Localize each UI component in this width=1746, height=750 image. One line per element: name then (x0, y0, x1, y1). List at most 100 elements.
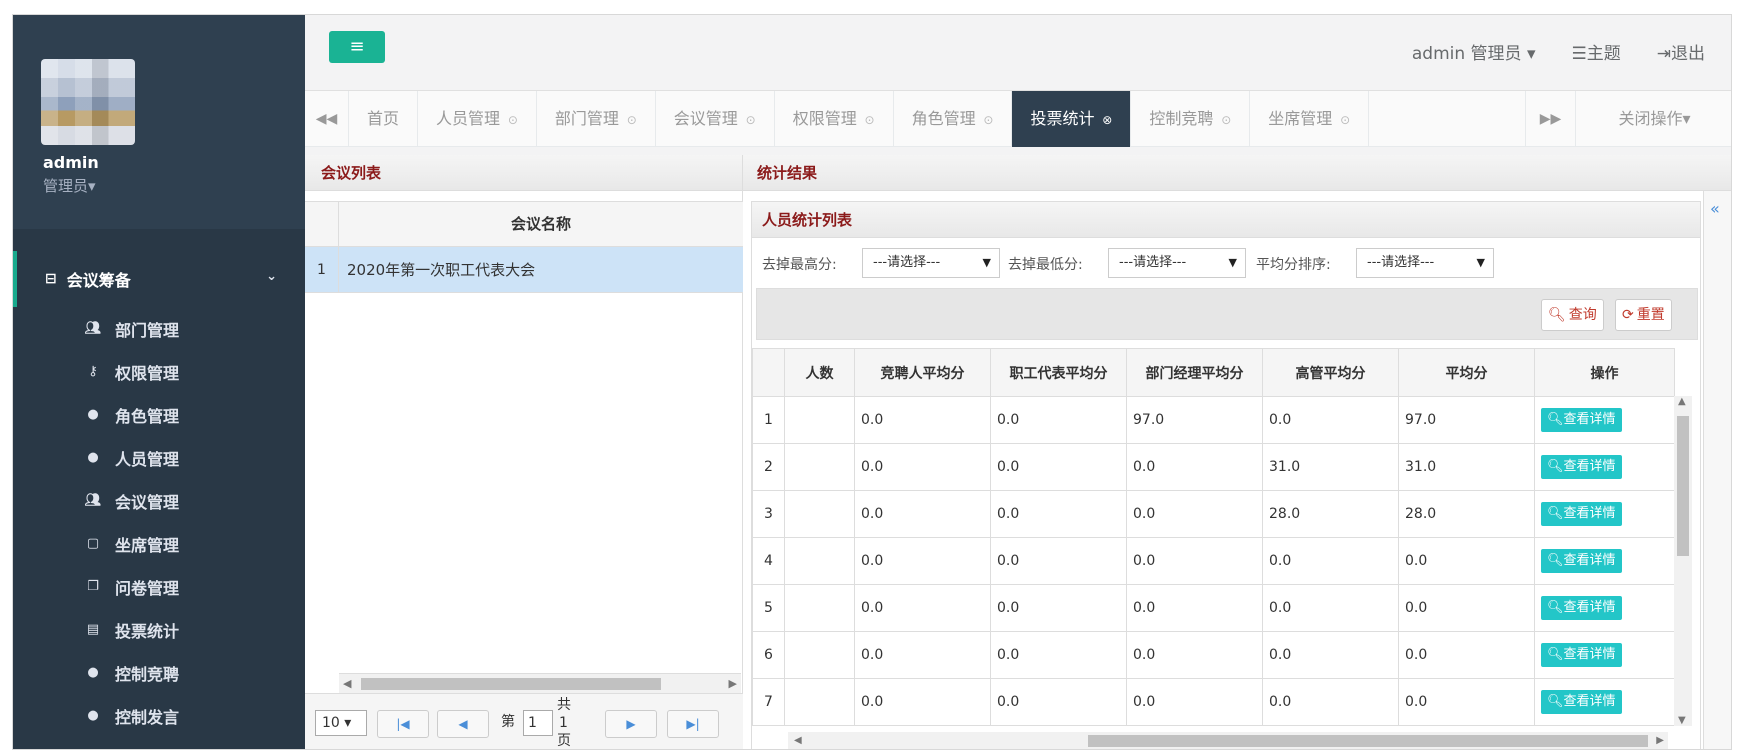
user-name: admin (43, 153, 99, 172)
remove-lowest-select[interactable]: ---请选择--- ▼ (1108, 248, 1246, 278)
tab[interactable]: 投票统计 ⊗ (1012, 91, 1132, 147)
close-icon[interactable]: ⊙ (980, 113, 993, 127)
next-page-button[interactable]: ▶ (605, 710, 657, 738)
last-page-button[interactable]: ▶| (667, 710, 719, 738)
average-cell: 97.0 (1398, 396, 1535, 444)
dept-manager-avg-cell: 0.0 (1126, 584, 1263, 632)
column-header[interactable]: 竞聘人平均分 (854, 348, 991, 397)
page-size-select[interactable]: 10 ▾ (315, 710, 367, 736)
search-icon: 🔍︎ (1548, 307, 1566, 323)
executive-avg-cell: 28.0 (1262, 490, 1399, 538)
sidebar-item[interactable]: ● 控制竞聘 (13, 651, 305, 694)
view-detail-button[interactable]: 🔍︎查看详情 (1541, 408, 1622, 432)
tab[interactable]: 坐席管理 ⊙ (1250, 91, 1370, 147)
vertical-scrollbar[interactable]: ▲ ▼ (1674, 396, 1692, 726)
close-icon[interactable]: ⊙ (1336, 113, 1350, 127)
table-row[interactable]: 5 0.0 0.0 0.0 0.0 0.0 🔍︎查看详情 (752, 584, 1675, 632)
sidebar-group-meeting-prep[interactable]: ⊟ 会议筹备 ⌄ (13, 251, 305, 307)
page-total-suffix: 页 (557, 733, 571, 749)
staff-rep-avg-cell: 0.0 (990, 678, 1127, 726)
sidebar-item[interactable]: ▤ 投票统计 (13, 608, 305, 651)
scrollbar-thumb[interactable] (361, 678, 661, 690)
avatar[interactable] (41, 59, 135, 145)
tab[interactable]: 部门管理 ⊙ (537, 91, 656, 147)
view-detail-button[interactable]: 🔍︎查看详情 (1541, 596, 1622, 620)
sidebar-item[interactable]: ● 人员管理 (13, 436, 305, 479)
column-header[interactable]: 人数 (784, 348, 855, 397)
tab-label: 控制竞聘 (1149, 109, 1214, 128)
table-row[interactable]: 7 0.0 0.0 0.0 0.0 0.0 🔍︎查看详情 (752, 678, 1675, 726)
search-icon: 🔍︎ (1547, 506, 1564, 521)
tab-label: 角色管理 (911, 109, 976, 128)
view-detail-button[interactable]: 🔍︎查看详情 (1541, 502, 1622, 526)
user-icon: ● (87, 665, 99, 680)
table-row[interactable]: 1 0.0 0.0 97.0 0.0 97.0 🔍︎查看详情 (752, 396, 1675, 444)
close-icon[interactable]: ⊙ (1217, 113, 1231, 127)
close-icon[interactable]: ⊙ (742, 113, 756, 127)
sidebar-item[interactable]: ▢ 坐席管理 (13, 522, 305, 565)
table-row[interactable]: 4 0.0 0.0 0.0 0.0 0.0 🔍︎查看详情 (752, 537, 1675, 585)
close-icon[interactable]: ⊙ (623, 113, 637, 127)
logout-button[interactable]: ⇥ 退出 (1657, 39, 1705, 64)
tab[interactable]: 权限管理 ⊙ (775, 91, 894, 147)
reset-button[interactable]: ⟳ 重置 (1615, 299, 1672, 331)
table-row[interactable]: 1 2020年第一次职工代表大会 (305, 247, 743, 293)
first-page-icon: |◀ (396, 717, 410, 731)
view-detail-button[interactable]: 🔍︎查看详情 (1541, 549, 1622, 573)
table-row[interactable]: 6 0.0 0.0 0.0 0.0 0.0 🔍︎查看详情 (752, 631, 1675, 679)
sidebar-item[interactable]: 👥︎ 会议管理 (13, 479, 305, 522)
table-row[interactable]: 2 0.0 0.0 0.0 31.0 31.0 🔍︎查看详情 (752, 443, 1675, 491)
copy-icon: ❐ (87, 579, 99, 594)
candidate-avg-cell: 0.0 (854, 490, 991, 538)
sidebar-item[interactable]: ● 控制发言 (13, 694, 305, 737)
sidebar-item[interactable]: ❐ 问卷管理 (13, 565, 305, 608)
theme-button[interactable]: ☰ 主题 (1572, 39, 1621, 64)
table-row[interactable]: 3 0.0 0.0 0.0 28.0 28.0 🔍︎查看详情 (752, 490, 1675, 538)
sidebar-item[interactable]: ● 角色管理 (13, 393, 305, 436)
tab[interactable]: 控制竞聘 ⊙ (1131, 91, 1251, 147)
tab[interactable]: 人员管理 ⊙ (418, 91, 537, 147)
tab[interactable]: 首页 (349, 91, 419, 147)
search-icon: 🔍︎ (1547, 553, 1564, 568)
sidebar-item[interactable]: 👥︎ 部门管理 (13, 307, 305, 350)
scrollbar-thumb[interactable] (1088, 735, 1648, 747)
tab-scroll-left-button[interactable]: ◀◀ (305, 91, 349, 147)
horizontal-scrollbar[interactable]: ◀ ▶ (339, 673, 741, 693)
sidebar-item[interactable]: ⚷ 权限管理 (13, 350, 305, 393)
close-icon[interactable]: ⊙ (861, 113, 875, 127)
action-cell: 🔍︎查看详情 (1534, 584, 1675, 632)
user-menu-dropdown[interactable]: admin 管理员 ▾ (1412, 39, 1536, 64)
close-operations-dropdown[interactable]: 关闭操作▾ (1575, 91, 1731, 147)
sidebar-submenu: 👥︎ 部门管理 ⚷ 权限管理 ● 角色管理 ● 人员管理 👥︎ 会议管理 ▢ 坐席管理 ❐ 问卷管理 ▤ 投票… (13, 307, 305, 749)
close-icon[interactable]: ⊙ (504, 113, 518, 127)
dept-manager-avg-cell: 0.0 (1126, 490, 1263, 538)
remove-highest-select[interactable]: ---请选择--- ▼ (862, 248, 1000, 278)
view-detail-button[interactable]: 🔍︎查看详情 (1541, 455, 1622, 479)
tab[interactable]: 角色管理 ⊙ (894, 91, 1013, 147)
column-header[interactable]: 职工代表平均分 (990, 348, 1127, 397)
menu-toggle-button[interactable]: ≡ (329, 31, 385, 63)
page-number-input[interactable]: 1 (523, 710, 553, 736)
close-icon[interactable]: ⊗ (1098, 113, 1112, 127)
column-header[interactable]: 高管平均分 (1262, 348, 1399, 397)
meeting-name-column-header[interactable]: 会议名称 (339, 202, 743, 246)
average-sort-select[interactable]: ---请选择--- ▼ (1356, 248, 1494, 278)
column-header[interactable]: 部门经理平均分 (1126, 348, 1263, 397)
collapse-sidebar[interactable]: « (1703, 191, 1731, 749)
user-role-dropdown[interactable]: 管理员▾ (43, 175, 96, 196)
tab-label: 部门管理 (554, 109, 619, 128)
column-header[interactable]: 平均分 (1398, 348, 1535, 397)
search-icon: 🔍︎ (1547, 600, 1564, 615)
tab[interactable]: 会议管理 ⊙ (656, 91, 775, 147)
view-detail-button[interactable]: 🔍︎查看详情 (1541, 690, 1622, 714)
tab-scroll-right-button[interactable]: ▶▶ (1525, 91, 1575, 147)
view-detail-button[interactable]: 🔍︎查看详情 (1541, 643, 1622, 667)
count-cell (784, 443, 855, 491)
prev-page-button[interactable]: ◀ (437, 710, 489, 738)
first-page-button[interactable]: |◀ (377, 710, 429, 738)
scrollbar-thumb[interactable] (1677, 416, 1689, 556)
horizontal-scrollbar[interactable]: ◀ ▶ (788, 732, 1668, 749)
query-button[interactable]: 🔍︎ 查询 (1541, 299, 1604, 331)
column-header[interactable]: 操作 (1534, 348, 1675, 397)
view-detail-label: 查看详情 (1563, 694, 1616, 709)
